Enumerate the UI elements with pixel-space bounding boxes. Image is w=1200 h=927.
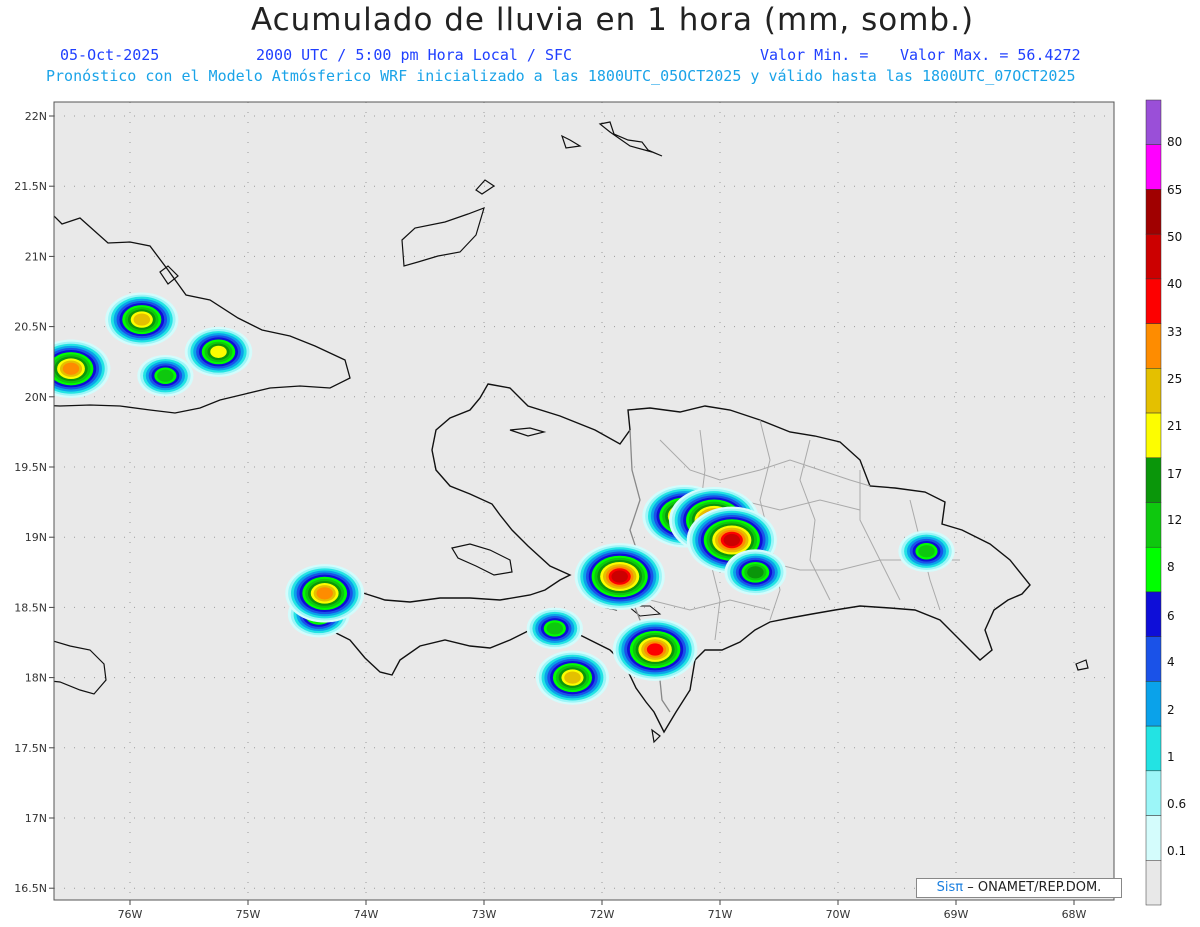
colorbar-swatch — [1145, 636, 1162, 682]
map-frame — [54, 102, 1114, 900]
colorbar-swatch — [1145, 323, 1162, 369]
rain-map: 22N 21.5N 21N 20.5N 20N 19.5N 19N 18.5N 18N 17.5N… — [14, 99, 1186, 921]
rain-contour — [210, 345, 227, 358]
lat-label: 17N — [25, 812, 47, 825]
lat-label: 21N — [25, 250, 47, 263]
rain-cell — [724, 549, 787, 596]
colorbar-label: 21 — [1167, 419, 1182, 433]
lon-label: 74W — [354, 908, 379, 921]
colorbar-swatch — [1145, 591, 1162, 637]
rain-cell — [898, 530, 955, 573]
colorbar-label: 4 — [1167, 655, 1175, 669]
rain-contour — [157, 369, 174, 382]
colorbar-swatch — [1145, 681, 1162, 727]
lat-label: 19N — [25, 531, 47, 544]
colorbar-label: 0.1 — [1167, 844, 1186, 858]
lat-label: 20.5N — [14, 321, 47, 334]
rain-contour — [747, 566, 764, 579]
colorbar-label: 12 — [1167, 513, 1182, 527]
lon-label: 72W — [590, 908, 615, 921]
rain-contour — [646, 643, 664, 656]
rain-cell — [612, 618, 698, 681]
rain-contour — [546, 622, 564, 635]
colorbar-swatch — [1145, 144, 1162, 190]
colorbar-swatch — [1145, 189, 1162, 235]
colorbar: 0.10.612468121721253340506580 — [1145, 99, 1186, 906]
rain-contour — [918, 545, 935, 558]
lon-label: 75W — [236, 908, 261, 921]
rain-contour — [316, 587, 333, 600]
lon-label: 70W — [826, 908, 851, 921]
lon-label: 71W — [708, 908, 733, 921]
colorbar-label: 40 — [1167, 277, 1182, 291]
colorbar-swatch — [1145, 502, 1162, 548]
colorbar-swatch — [1145, 770, 1162, 816]
credit-box: Sisπ – ONAMET/REP.DOM. — [916, 878, 1122, 898]
colorbar-swatch — [1145, 99, 1162, 145]
colorbar-label: 25 — [1167, 372, 1182, 386]
colorbar-swatch — [1145, 368, 1162, 414]
rain-contour — [564, 671, 581, 684]
lat-label: 21.5N — [14, 180, 47, 193]
colorbar-swatch — [1145, 725, 1162, 772]
colorbar-label: 80 — [1167, 135, 1182, 149]
colorbar-label: 2 — [1167, 703, 1175, 717]
rain-contour — [723, 533, 741, 547]
colorbar-swatch — [1145, 412, 1162, 459]
lat-label: 22N — [25, 110, 47, 123]
colorbar-swatch — [1145, 546, 1162, 593]
colorbar-label: 1 — [1167, 750, 1175, 764]
colorbar-label: 6 — [1167, 609, 1175, 623]
rain-contour — [611, 570, 628, 583]
rain-contour — [62, 362, 80, 375]
rain-cell — [574, 543, 665, 610]
lat-label: 20N — [25, 391, 47, 404]
colorbar-swatch — [1145, 815, 1162, 861]
colorbar-swatch — [1145, 860, 1162, 906]
colorbar-label: 65 — [1167, 183, 1182, 197]
credit-text: – ONAMET/REP.DOM. — [967, 880, 1102, 895]
rain-cell — [285, 564, 365, 623]
rain-cell — [535, 650, 610, 705]
colorbar-label: 17 — [1167, 467, 1182, 481]
lon-label: 76W — [118, 908, 143, 921]
colorbar-label: 33 — [1167, 325, 1182, 339]
lat-label: 16.5N — [14, 882, 47, 895]
colorbar-swatch — [1145, 278, 1162, 324]
colorbar-swatch — [1145, 233, 1162, 280]
lat-label: 18.5N — [14, 601, 47, 614]
rain-cell — [526, 607, 583, 650]
rain-contour — [133, 313, 151, 326]
colorbar-swatch — [1145, 457, 1162, 503]
lat-label: 19.5N — [14, 461, 47, 474]
rain-cell — [54, 339, 111, 398]
sispi-logo: Sisπ — [936, 880, 964, 895]
colorbar-label: 0.6 — [1167, 797, 1186, 811]
lat-label: 18N — [25, 672, 47, 685]
rain-cell — [137, 354, 194, 397]
lon-label: 73W — [472, 908, 497, 921]
colorbar-label: 50 — [1167, 230, 1182, 244]
colorbar-label: 8 — [1167, 560, 1175, 574]
rain-cell — [184, 326, 253, 377]
lon-label: 69W — [944, 908, 969, 921]
lat-label: 17.5N — [14, 742, 47, 755]
rain-cell — [105, 292, 179, 347]
lon-label: 68W — [1062, 908, 1087, 921]
